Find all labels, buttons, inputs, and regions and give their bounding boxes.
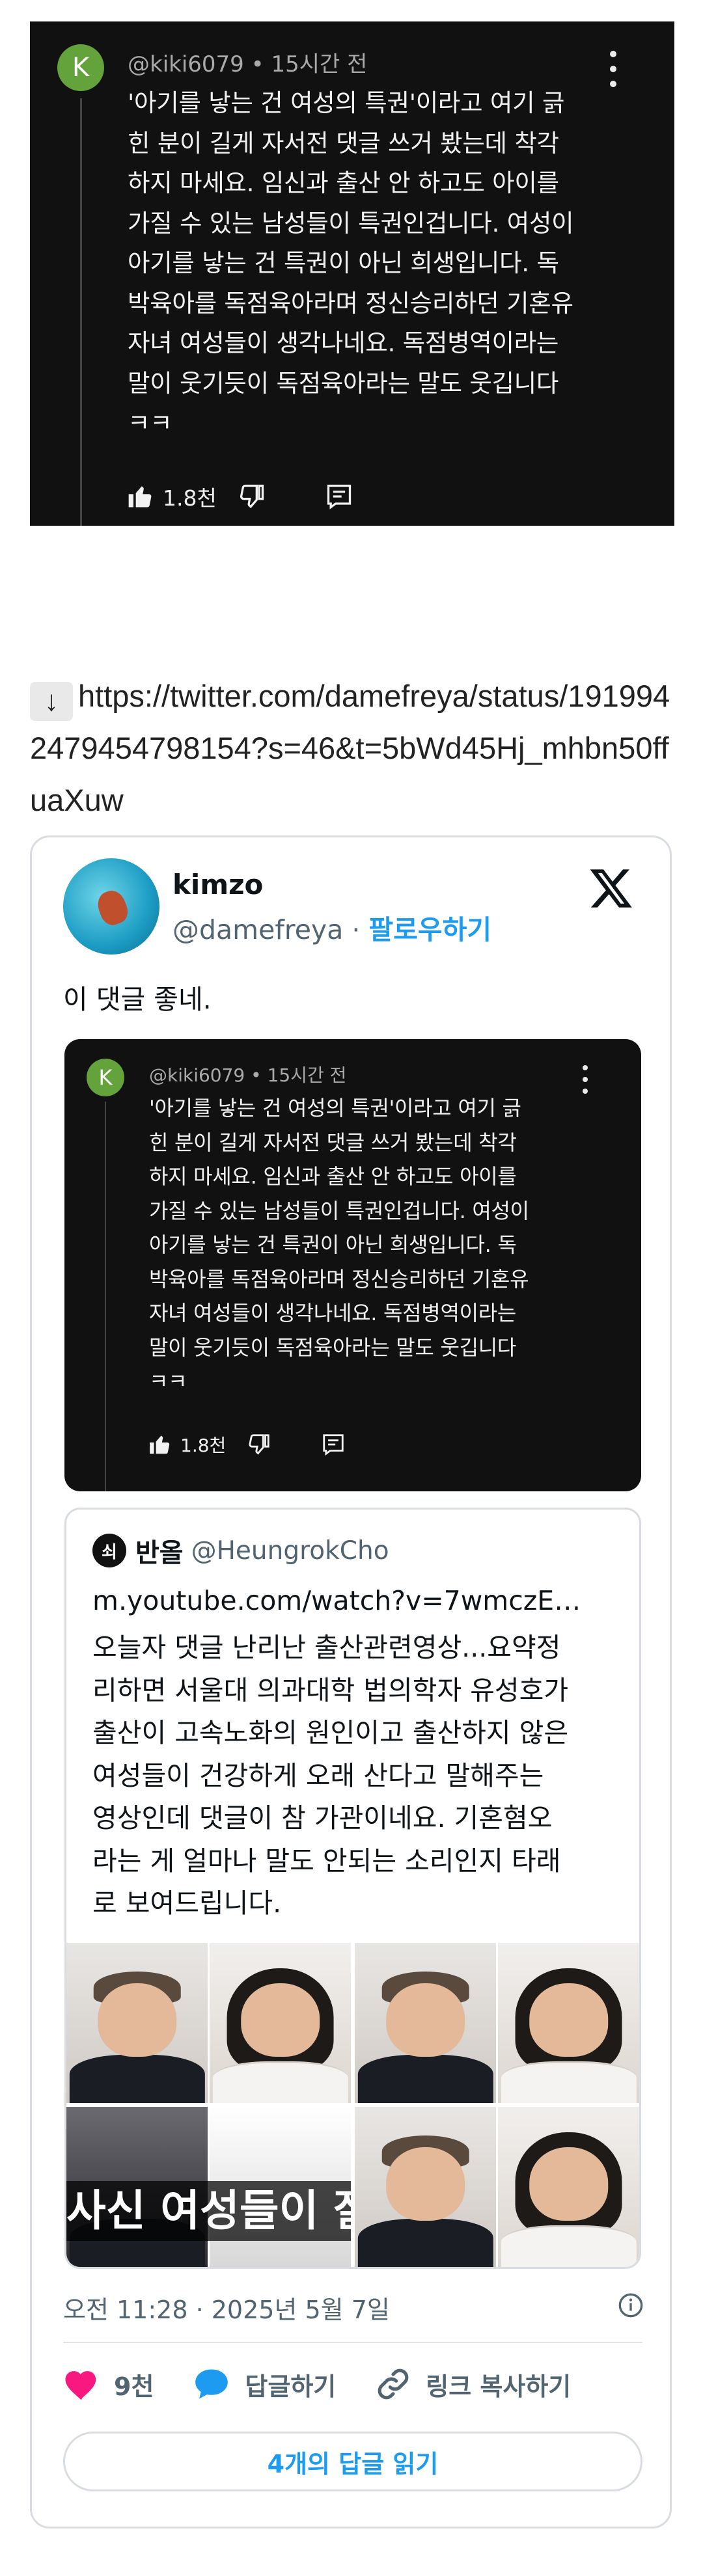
quoted-text-line: 여성들이 건강하게 오래 산다고 말해주는: [92, 1759, 544, 1791]
quoted-text-line: 로 보여드립니다.: [92, 1888, 282, 1919]
quoted-text-line: 라는 게 얼마나 말도 안되는 소리인지 타래: [92, 1845, 561, 1877]
comment-line: '아기를 낳는 건 여성의 특권'이라고 여기 긁: [149, 1096, 521, 1120]
comment-line: 하지 마세요. 임신과 출산 안 하고도 아이를: [149, 1164, 517, 1189]
read-replies-button[interactable]: 4개의 답글 읽기: [63, 2432, 642, 2491]
quoted-author-name: 반올: [135, 1538, 184, 1568]
comment-time: 15시간 전: [271, 51, 368, 77]
heart-icon: [65, 2371, 96, 2400]
commenter-avatar: K: [87, 1059, 124, 1096]
quoted-tweet-text: 오늘자 댓글 난리난 출산관련영상...요약정 리하면 서울대 의과대학 법의학…: [92, 1627, 620, 1925]
meta-separator: •: [251, 51, 271, 77]
quoted-tweet-link[interactable]: m.youtube.com/watch?v=7wmczE…: [92, 1585, 581, 1616]
comment-author: @kiki6079: [149, 1064, 245, 1086]
quoted-text-line: 출산이 고속노화의 원인이고 출산하지 않은: [92, 1717, 569, 1748]
like-button[interactable]: 9천: [63, 2366, 154, 2402]
reply-button[interactable]: 답글하기: [193, 2366, 336, 2402]
comment-line: ㅋㅋ: [128, 409, 172, 437]
comment-line: 자녀 여성들이 생각나네요. 독점병역이라는: [128, 329, 559, 357]
follow-button[interactable]: 팔로우하기: [368, 914, 491, 945]
reply-label: 답글하기: [245, 2372, 337, 2401]
comment-meta: @kiki6079 • 15시간 전: [128, 46, 367, 78]
speech-bubble-icon: [195, 2369, 228, 2399]
comment-line: 말이 웃기듯이 독점육아라는 말도 웃깁니다: [149, 1335, 517, 1360]
quoted-tweet[interactable]: 쇠 반올 @HeungrokCho m.youtube.com/watch?v=…: [64, 1508, 641, 2269]
comment-line: 힌 분이 길게 자서전 댓글 쓰거 봤는데 착각: [149, 1130, 517, 1155]
comment-actions: 1.8천: [148, 1428, 346, 1461]
media-thumbnail[interactable]: [355, 1943, 639, 2103]
thumbs-down-icon: [249, 1434, 269, 1455]
quoted-author-avatar: 쇠: [92, 1534, 126, 1567]
handle-separator: ·: [352, 914, 361, 945]
like-count: 1.8천: [163, 485, 217, 511]
like-count: 9천: [114, 2372, 154, 2401]
quoted-media-grid[interactable]: 사신 여성들이 잘: [66, 1943, 639, 2267]
commenter-avatar: K: [57, 44, 104, 91]
more-vert-icon: [582, 1065, 588, 1094]
reply-icon[interactable]: [325, 482, 353, 511]
quoted-text-line: 영상인데 댓글이 참 가관이네요. 기혼혐오: [92, 1802, 553, 1834]
comment-line: 자녀 여성들이 생각나네요. 독점병역이라는: [149, 1301, 517, 1325]
tweet-actions: 9천 답글하기 링크 복사하기: [63, 2361, 642, 2407]
tweet-author-handle[interactable]: @damefreya: [172, 914, 343, 945]
comment-body: '아기를 낳는 건 여성의 특권'이라고 여기 긁 힌 분이 길게 자서전 댓글…: [149, 1091, 592, 1399]
down-arrow-icon: ↓: [30, 682, 73, 721]
info-icon[interactable]: [618, 2292, 644, 2318]
comment-author: @kiki6079: [128, 51, 244, 77]
comment-line: 아기를 낳는 건 특권이 아닌 희생입니다. 독: [128, 249, 559, 277]
tweet-author-avatar[interactable]: [63, 858, 159, 955]
comment-line: 아기를 낳는 건 특권이 아닌 희생입니다. 독: [149, 1232, 517, 1257]
quoted-author-handle: @HeungrokCho: [191, 1536, 389, 1566]
reply-icon: [323, 1434, 344, 1456]
quoted-text-line: 오늘자 댓글 난리난 출산관련영상...요약정: [92, 1632, 561, 1663]
tweet-attached-image[interactable]: K @kiki6079 • 15시간 전 '아기를 낳는 건 여성의 특권'이라…: [64, 1039, 641, 1491]
divider: [63, 2342, 642, 2343]
comment-actions: 1.8천: [126, 477, 353, 516]
tweet-embed-card: kimzo @damefreya · 팔로우하기 이 댓글 좋네. K @kik…: [30, 835, 672, 2529]
comment-meta: @kiki6079 • 15시간 전: [149, 1061, 346, 1087]
comment-line: 힌 분이 길게 자서전 댓글 쓰거 봤는데 착각: [128, 128, 559, 157]
thumbs-up-icon[interactable]: [126, 482, 155, 511]
comment-time: 15시간 전: [267, 1064, 347, 1086]
more-vert-icon[interactable]: [609, 51, 617, 87]
thumbs-down-icon[interactable]: [238, 482, 266, 511]
comment-line: 박육아를 독점육아라며 정신승리하던 기혼유: [128, 288, 573, 318]
comment-body: '아기를 낳는 건 여성의 특권'이라고 여기 긁 힌 분이 길게 자서전 댓글…: [128, 83, 648, 444]
thumbs-up-icon: [150, 1435, 170, 1454]
media-thumbnail[interactable]: 사신 여성들이 잘: [66, 2107, 351, 2267]
tweet-timestamp[interactable]: 오전 11:28 · 2025년 5월 7일: [63, 2290, 390, 2325]
comment-line: 박육아를 독점육아라며 정신승리하던 기혼유: [149, 1266, 529, 1292]
tweet-url[interactable]: https://twitter.com/damefreya/status/191…: [30, 679, 670, 817]
thread-line: [105, 1102, 106, 1491]
tweet-link[interactable]: ↓ https://twitter.com/damefreya/status/19…: [30, 670, 681, 826]
comment-line: '아기를 낳는 건 여성의 특권'이라고 여기 긁: [128, 88, 565, 117]
comment-line: 하지 마세요. 임신과 출산 안 하고도 아이를: [128, 169, 559, 197]
meta-separator: •: [251, 1064, 268, 1086]
x-logo-icon[interactable]: [588, 865, 634, 910]
like-count: 1.8천: [180, 1435, 227, 1456]
youtube-comment-screenshot: K @kiki6079 • 15시간 전 '아기를 낳는 건 여성의 특권'이라…: [30, 21, 674, 526]
link-icon: [378, 2368, 409, 2400]
comment-line: 가질 수 있는 남성들이 특권인겁니다. 여성이: [128, 208, 574, 237]
quoted-tweet-header: 쇠 반올 @HeungrokCho: [92, 1532, 389, 1569]
quoted-text-line: 리하면 서울대 의과대학 법의학자 유성호가: [92, 1674, 569, 1706]
comment-line: ㅋㅋ: [149, 1369, 187, 1394]
tweet-text: 이 댓글 좋네.: [63, 984, 212, 1015]
media-thumbnail[interactable]: [66, 1943, 351, 2103]
copy-link-label: 링크 복사하기: [426, 2372, 572, 2401]
video-subtitle: 사신 여성들이 잘: [66, 2181, 351, 2241]
copy-link-button[interactable]: 링크 복사하기: [375, 2366, 571, 2402]
comment-line: 말이 웃기듯이 독점육아라는 말도 웃깁니다: [128, 368, 559, 398]
thread-line: [80, 98, 82, 526]
tweet-handle-row: @damefreya · 팔로우하기: [172, 908, 491, 947]
comment-line: 가질 수 있는 남성들이 특권인겁니다. 여성이: [149, 1198, 529, 1223]
media-thumbnail[interactable]: [355, 2107, 639, 2267]
tweet-author-name[interactable]: kimzo: [172, 869, 263, 901]
